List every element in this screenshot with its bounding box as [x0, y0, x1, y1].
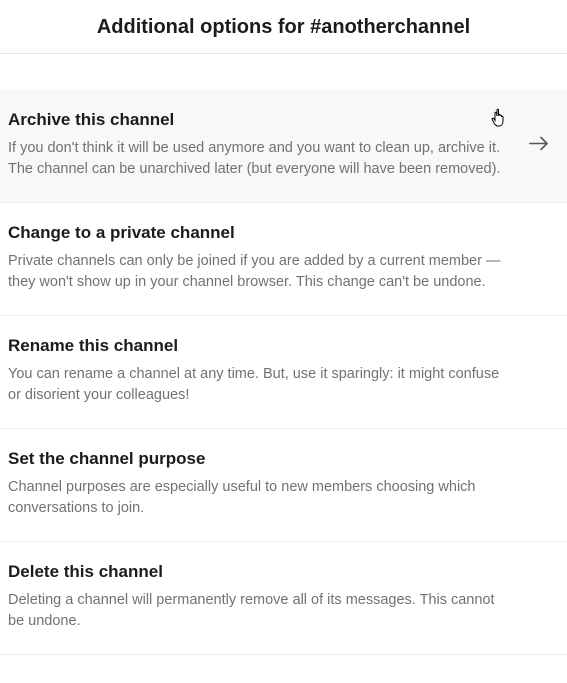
channel-name: #anotherchannel — [310, 16, 470, 38]
dialog-header: Additional options for #anotherchannel — [0, 0, 567, 54]
option-description: You can rename a channel at any time. Bu… — [8, 364, 507, 406]
chevron-right-icon — [527, 132, 551, 161]
option-title: Set the channel purpose — [8, 449, 507, 469]
option-set-purpose[interactable]: Set the channel purpose Channel purposes… — [0, 429, 567, 542]
option-description: Private channels can only be joined if y… — [8, 251, 507, 293]
option-rename-channel[interactable]: Rename this channel You can rename a cha… — [0, 316, 567, 429]
option-archive-channel[interactable]: Archive this channel If you don't think … — [0, 90, 567, 203]
option-description: If you don't think it will be used anymo… — [8, 138, 507, 180]
option-delete-channel[interactable]: Delete this channel Deleting a channel w… — [0, 542, 567, 655]
option-description: Channel purposes are especially useful t… — [8, 477, 507, 519]
option-title: Delete this channel — [8, 562, 507, 582]
option-title: Archive this channel — [8, 110, 507, 130]
option-title: Rename this channel — [8, 336, 507, 356]
page-title: Additional options for #anotherchannel — [0, 16, 567, 39]
option-change-private[interactable]: Change to a private channel Private chan… — [0, 203, 567, 316]
option-description: Deleting a channel will permanently remo… — [8, 590, 507, 632]
option-title: Change to a private channel — [8, 223, 507, 243]
options-list: Archive this channel If you don't think … — [0, 54, 567, 655]
title-prefix: Additional options for — [97, 16, 310, 38]
